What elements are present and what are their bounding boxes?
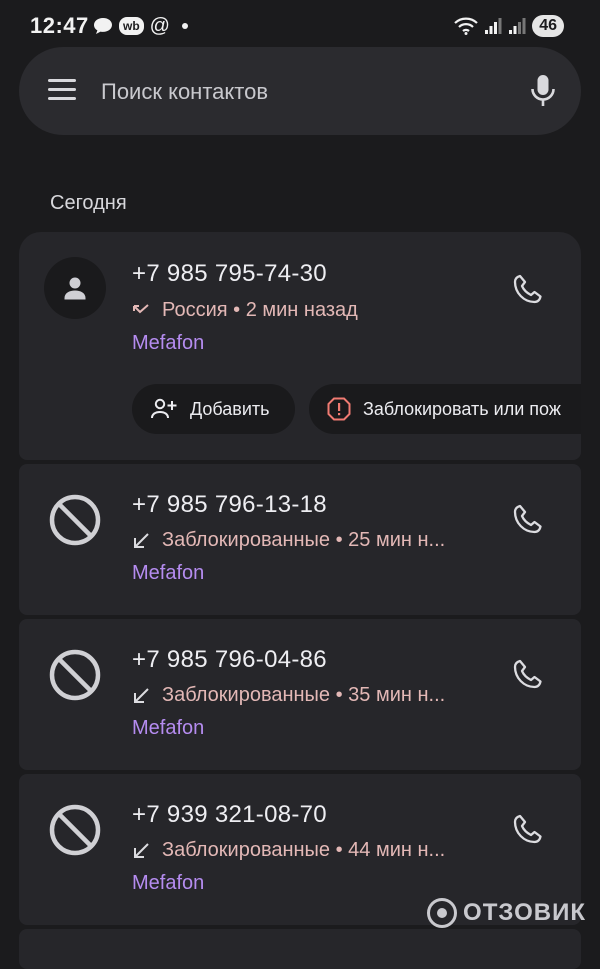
search-bar[interactable] [19,47,581,135]
call-log-item-partial[interactable] [19,929,581,969]
phone-icon[interactable] [511,272,545,306]
otzovik-logo-icon [427,898,458,928]
incoming-arrow-icon [134,532,149,548]
call-detail-text: Заблокированные • 35 мин н... [162,684,446,706]
wifi-icon [454,17,478,35]
phone-number: +7 985 796-04-86 [132,646,327,673]
watermark-text: ОТЗОВИК [463,899,586,926]
block-or-report-label: Заблокировать или пож [363,398,561,419]
system-icons: 46 [454,15,564,37]
section-title-today: Сегодня [50,192,127,214]
person-icon [64,277,86,300]
phone-number: +7 939 321-08-70 [132,801,327,828]
avatar [44,257,106,319]
carrier-label: Mefafon [132,872,205,894]
phone-icon[interactable] [511,812,545,846]
search-input[interactable] [99,71,483,113]
add-person-icon [151,398,177,419]
incoming-arrow-icon [134,842,149,858]
at-sign-icon: @ [149,15,170,37]
block-icon [49,649,101,701]
block-or-report-button[interactable]: Заблокировать или пож [309,384,581,434]
call-log-item[interactable]: +7 985 795-74-30 Россия • 2 мин назад Me… [19,232,581,460]
phone-icon[interactable] [511,657,545,691]
call-log-item[interactable]: +7 985 796-13-18 Заблокированные • 25 ми… [19,464,581,615]
signal-icon-2 [509,18,526,34]
menu-icon[interactable] [48,79,76,103]
phone-number: +7 985 795-74-30 [132,260,327,287]
carrier-label: Mefafon [132,562,205,584]
call-detail: Заблокированные • 35 мин н... [132,684,445,707]
call-detail-text: Россия • 2 мин назад [162,299,358,321]
signal-icon-1 [485,18,502,34]
add-contact-button[interactable]: Добавить [132,384,295,434]
call-detail: Заблокированные • 25 мин н... [132,529,445,552]
notification-icons: wb @ [93,16,188,36]
missed-call-icon [133,303,149,313]
call-detail: Россия • 2 мин назад [132,299,358,322]
chat-bubble-icon [94,18,112,34]
call-detail: Заблокированные • 44 мин н... [132,839,445,862]
status-time: 12:47 [30,13,89,38]
call-log-item[interactable]: +7 985 796-04-86 Заблокированные • 35 ми… [19,619,581,770]
phone-icon[interactable] [511,502,545,536]
call-detail-text: Заблокированные • 44 мин н... [162,839,446,861]
mic-icon[interactable] [529,74,557,108]
block-icon [49,494,101,546]
incoming-arrow-icon [134,687,149,703]
add-contact-label: Добавить [190,398,270,419]
wb-app-badge: wb [119,17,144,35]
battery-indicator: 46 [532,15,564,37]
carrier-label: Mefafon [132,332,205,354]
call-detail-text: Заблокированные • 25 мин н... [162,529,446,551]
more-notifications-dot-icon [181,23,188,29]
phone-number: +7 985 796-13-18 [132,491,327,518]
carrier-label: Mefafon [132,717,205,739]
block-icon [49,804,101,856]
warning-icon [327,397,351,421]
watermark: ОТЗОВИК [427,898,586,928]
